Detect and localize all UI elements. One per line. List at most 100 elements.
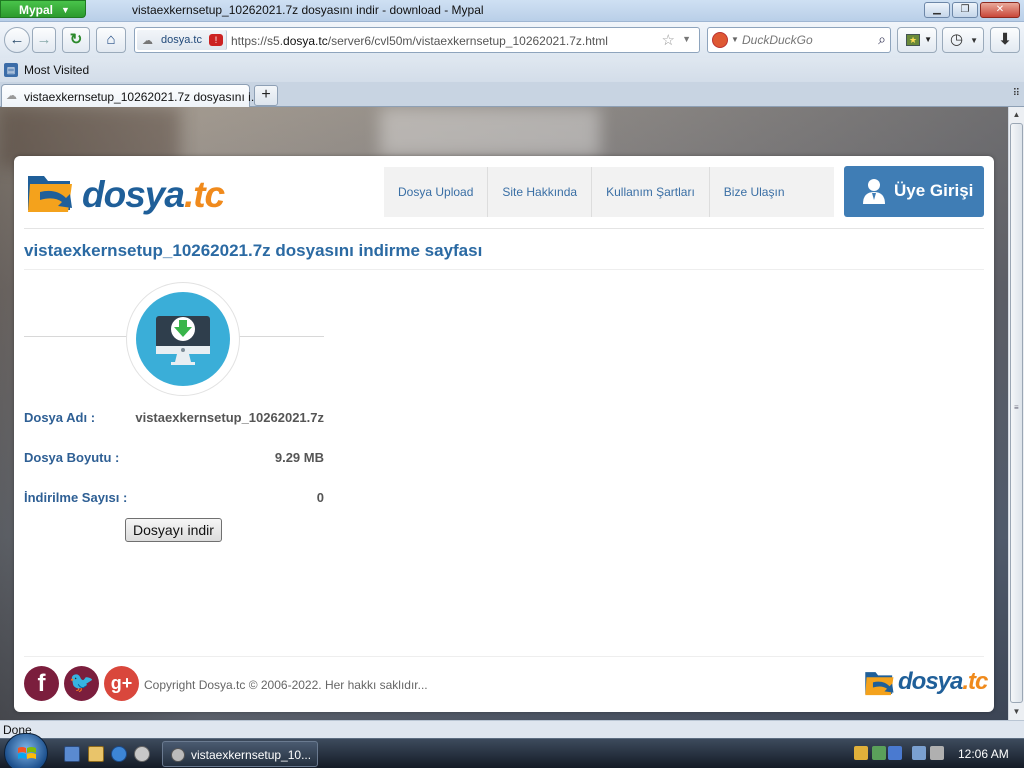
tab-favicon-icon: ☁ [6, 90, 17, 102]
network-icon[interactable] [912, 746, 926, 760]
search-engine-dropdown-icon[interactable]: ▼ [731, 35, 739, 44]
internet-explorer-icon[interactable] [111, 746, 127, 762]
chevron-down-icon: ▼ [970, 36, 978, 45]
most-visited-icon: ▤ [4, 63, 18, 77]
file-name-label: Dosya Adı : [24, 410, 96, 425]
download-count-value: 0 [316, 490, 324, 505]
logo-text: dosya.tc [82, 174, 225, 215]
site-identity-button[interactable]: ☁ dosya.tc ! [137, 30, 227, 50]
close-window-button[interactable]: ✕ [980, 2, 1020, 18]
show-desktop-icon[interactable] [64, 746, 80, 762]
logo-folder-icon [865, 672, 894, 696]
download-circle [136, 292, 230, 386]
content-card: dosya.tc Dosya Upload Site Hakkında Kull… [14, 156, 994, 712]
addon-button[interactable]: ★ ▼ [897, 27, 937, 53]
footer-logo-text: dosya.tc [898, 668, 988, 695]
file-name-row: Dosya Adı : vistaexkernsetup_10262021.7z [24, 410, 324, 428]
tray-app-icon[interactable] [888, 746, 902, 760]
divider [24, 656, 984, 657]
tab-list-icon[interactable]: ⠿ [1013, 88, 1020, 99]
minimize-button[interactable]: ▁ [924, 2, 950, 18]
login-label: Üye Girişi [894, 181, 974, 200]
file-size-label: Dosya Boyutu : [24, 450, 120, 465]
bookmarks-toolbar: ▤ Most Visited [0, 58, 1024, 82]
scrollbar-thumb[interactable]: ≡ [1010, 123, 1023, 703]
site-favicon-icon: ☁ [142, 35, 153, 47]
chevron-down-icon: ▼ [61, 5, 70, 15]
grip-icon: ≡ [1014, 403, 1019, 412]
taskbar: vistaexkernsetup_10... 12:06 AM [0, 733, 1024, 768]
duckduckgo-icon[interactable] [712, 32, 728, 48]
window-controls: ▁ ❐ ✕ [924, 2, 1020, 18]
back-button[interactable]: ← [4, 27, 30, 53]
copyright-text: Copyright Dosya.tc © 2006-2022. Her hakk… [144, 678, 428, 692]
download-count-row: İndirilme Sayısı : 0 [24, 490, 324, 508]
tab-label: vistaexkernsetup_10262021.7z dosyasını i… [24, 90, 261, 104]
app-menu-button[interactable]: Mypal ▼ [0, 0, 86, 18]
url-history-dropdown-icon[interactable]: ▼ [682, 34, 691, 44]
clock[interactable]: 12:06 AM [958, 747, 1009, 761]
site-logo[interactable]: dosya.tc [26, 170, 225, 216]
new-tab-button[interactable]: + [254, 85, 278, 106]
google-plus-icon[interactable]: g+ [104, 666, 139, 701]
bookmark-most-visited[interactable]: Most Visited [24, 63, 89, 77]
taskbar-item-label: vistaexkernsetup_10... [191, 748, 312, 762]
status-bar: Done [0, 720, 1024, 738]
taskbar-item-browser[interactable]: vistaexkernsetup_10... [162, 741, 318, 767]
file-name-value: vistaexkernsetup_10262021.7z [135, 410, 324, 425]
quick-launch-app-icon[interactable] [134, 746, 150, 762]
url-bar[interactable]: ☁ dosya.tc ! https://s5.dosya.tc/server6… [134, 27, 700, 53]
monitor-download-icon [156, 316, 210, 365]
login-button[interactable]: Üye Girişi [844, 166, 984, 217]
footer-logo[interactable]: dosya.tc [864, 666, 988, 700]
start-button[interactable] [4, 733, 48, 768]
page-scrollbar[interactable]: ▲ ≡ ▼ [1008, 107, 1024, 720]
page-title: vistaexkernsetup_10262021.7z dosyasını i… [24, 241, 483, 260]
bookmark-star-icon[interactable]: ☆ [662, 31, 675, 49]
scroll-down-arrow-icon[interactable]: ▼ [1009, 704, 1024, 720]
security-shield-icon[interactable] [854, 746, 868, 760]
scroll-up-arrow-icon[interactable]: ▲ [1009, 107, 1024, 123]
twitter-icon[interactable]: 🐦 [64, 666, 99, 701]
url-text[interactable]: https://s5.dosya.tc/server6/cvl50m/vista… [231, 34, 608, 48]
home-button[interactable]: ⌂ [96, 27, 126, 53]
facebook-icon[interactable]: f [24, 666, 59, 701]
tab-active[interactable]: ☁ vistaexkernsetup_10262021.7z dosyasını… [1, 84, 261, 107]
menu-item-dosya-upload[interactable]: Dosya Upload [384, 167, 489, 217]
browser-icon [171, 748, 185, 762]
title-bar: Mypal ▼ vistaexkernsetup_10262021.7z dos… [0, 0, 1024, 22]
download-count-label: İndirilme Sayısı : [24, 490, 128, 505]
search-bar: ▼ ⌕ [707, 27, 891, 53]
file-explorer-icon[interactable] [88, 746, 104, 762]
forward-button[interactable]: → [32, 27, 56, 53]
file-size-row: Dosya Boyutu : 9.29 MB [24, 450, 324, 468]
chevron-down-icon: ▼ [924, 35, 932, 44]
app-menu-label: Mypal [19, 3, 54, 17]
url-prefix: https://s5. [231, 34, 284, 48]
download-file-button[interactable]: Dosyayı indir [125, 518, 222, 542]
restore-button[interactable]: ❐ [952, 2, 978, 18]
url-path: /server6/cvl50m/vistaexkernsetup_1026202… [327, 34, 608, 48]
site-identity-label: dosya.tc [161, 34, 202, 46]
download-illustration [24, 282, 324, 396]
reload-button[interactable]: ↻ [62, 27, 90, 53]
downloads-button[interactable]: ⬇ [990, 27, 1020, 53]
volume-muted-icon[interactable] [930, 746, 944, 760]
main-menu: Dosya Upload Site Hakkında Kullanım Şart… [384, 167, 834, 217]
search-icon[interactable]: ⌕ [878, 31, 886, 48]
menu-item-site-hakkinda[interactable]: Site Hakkında [488, 167, 593, 217]
menu-item-kullanim-sartlari[interactable]: Kullanım Şartları [592, 167, 710, 217]
clock-icon: ◷ [950, 31, 964, 48]
addon-star-icon: ★ [906, 34, 920, 46]
menu-item-bize-ulasin[interactable]: Bize Ulaşın [710, 167, 799, 217]
file-size-value: 9.29 MB [274, 450, 324, 465]
logo-folder-icon [28, 176, 72, 212]
user-icon [863, 179, 885, 204]
search-input[interactable] [742, 30, 872, 50]
history-button[interactable]: ◷ ▼ [942, 27, 984, 53]
windows-logo-icon [18, 747, 36, 759]
page-viewport: dosya.tc Dosya Upload Site Hakkında Kull… [0, 107, 1008, 720]
navigation-toolbar: ← → ↻ ⌂ ☁ dosya.tc ! https://s5.dosya.tc… [0, 22, 1024, 58]
tray-app-icon[interactable] [872, 746, 886, 760]
security-warning-icon: ! [209, 34, 223, 46]
